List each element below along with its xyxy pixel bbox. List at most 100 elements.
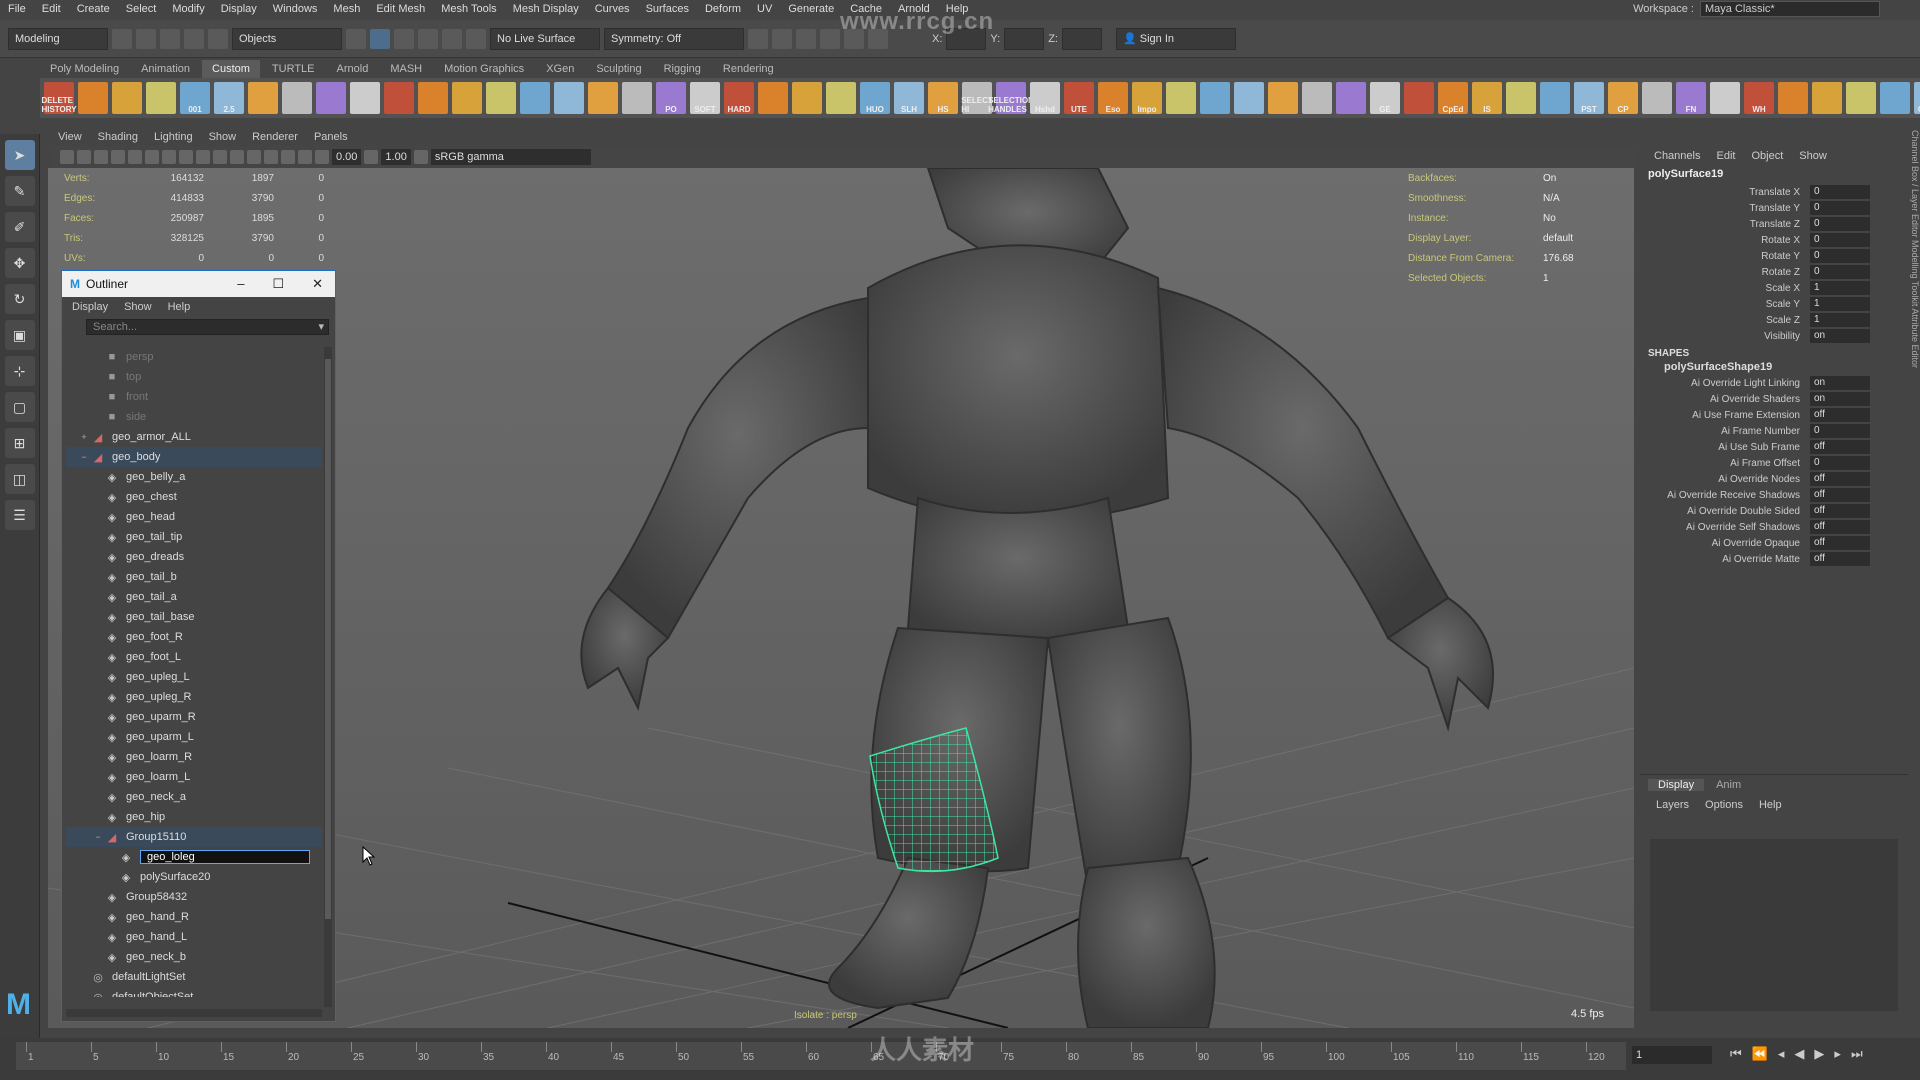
step-back-frame-icon[interactable]: ◂ [1778, 1046, 1785, 1062]
outliner-item[interactable]: ◈ geo_foot_L [66, 647, 322, 667]
symmetry-dropdown[interactable]: Symmetry: Off [604, 27, 744, 50]
outliner-item[interactable]: ◎ defaultLightSet [66, 967, 322, 987]
shelf-button-32[interactable]: Impo [1132, 82, 1162, 114]
outliner-item[interactable]: − ◢ Group15110 [66, 827, 322, 847]
shelf-button-38[interactable] [1336, 82, 1366, 114]
z-coord-field[interactable] [1061, 27, 1102, 50]
go-to-start-icon[interactable]: ⏮ [1730, 1046, 1742, 1062]
shelf-button-49[interactable] [1710, 82, 1740, 114]
menu-uv[interactable]: UV [749, 0, 780, 18]
lights-icon[interactable] [230, 150, 244, 164]
select-tool-icon[interactable]: ➤ [4, 140, 35, 170]
menu-mesh[interactable]: Mesh [325, 0, 368, 18]
channel-row[interactable]: Visibility on [1640, 328, 1908, 344]
shelf-tab-motion-graphics[interactable]: Motion Graphics [434, 60, 534, 78]
grid-icon[interactable] [128, 150, 142, 164]
outliner-menu-display[interactable]: Display [66, 301, 114, 313]
side-panel-tabs[interactable]: Channel Box / Layer Editor Modelling Too… [1908, 130, 1920, 530]
shelf-button-24[interactable]: HUO [860, 82, 890, 114]
outliner-item[interactable]: ■ side [66, 407, 322, 427]
shelf-button-0[interactable]: DELETE HISTORY [41, 82, 77, 114]
outliner-item[interactable]: ◈ geo_foot_R [66, 627, 322, 647]
shelf-button-54[interactable] [1880, 82, 1910, 114]
new-scene-icon[interactable] [112, 28, 132, 49]
y-coord-field[interactable] [1004, 27, 1045, 50]
outliner-item[interactable]: ◈ geo_loleg [66, 847, 322, 867]
channel-menu-channels[interactable]: Channels [1648, 150, 1706, 162]
shelf-button-5[interactable]: 2.5 [214, 82, 244, 114]
shelf-button-52[interactable] [1812, 82, 1842, 114]
outliner-layout-icon[interactable]: ☰ [4, 500, 35, 530]
camera-icon[interactable] [60, 150, 74, 164]
menu-windows[interactable]: Windows [265, 0, 326, 18]
channel-row[interactable]: Scale Z 1 [1640, 312, 1908, 328]
channel-value[interactable]: 1 [1810, 297, 1870, 311]
outliner-item[interactable]: ◈ geo_upleg_R [66, 687, 322, 707]
snap-grid-icon[interactable] [394, 28, 414, 49]
shelf-button-51[interactable] [1778, 82, 1808, 114]
expand-toggle-icon[interactable]: + [78, 432, 90, 442]
paint-select-icon[interactable]: ✐ [4, 212, 35, 242]
shelf-button-7[interactable] [282, 82, 312, 114]
shape-attr-row[interactable]: Ai Override Light Linking on [1640, 375, 1908, 391]
bookmark-icon[interactable] [94, 150, 108, 164]
outliner-item[interactable]: ◈ geo_belly_a [66, 467, 322, 487]
attr-value[interactable]: off [1810, 520, 1870, 534]
shelf-button-43[interactable] [1506, 82, 1536, 114]
shape-attr-row[interactable]: Ai Override Nodes off [1640, 471, 1908, 487]
channel-value[interactable]: 0 [1810, 185, 1870, 199]
attr-value[interactable]: on [1810, 392, 1870, 406]
outliner-item[interactable]: ◈ geo_uparm_R [66, 707, 322, 727]
layer-tab-display[interactable]: Display [1648, 779, 1705, 791]
open-scene-icon[interactable] [136, 28, 156, 49]
outliner-item[interactable]: ◈ geo_neck_a [66, 787, 322, 807]
shape-attr-row[interactable]: Ai Override Matte off [1640, 551, 1908, 567]
channel-row[interactable]: Translate X 0 [1640, 184, 1908, 200]
image-plane-icon[interactable] [111, 150, 125, 164]
attr-value[interactable]: off [1810, 536, 1870, 550]
gamma-field[interactable]: 1.00 [381, 149, 411, 165]
ambient-occlusion-icon[interactable] [264, 150, 278, 164]
film-gate-icon[interactable] [145, 150, 159, 164]
outliner-item[interactable]: ◈ geo_dreads [66, 547, 322, 567]
layer-menu-help[interactable]: Help [1751, 799, 1790, 811]
shape-attr-row[interactable]: Ai Use Sub Frame off [1640, 439, 1908, 455]
channel-row[interactable]: Translate Z 0 [1640, 216, 1908, 232]
shelf-button-11[interactable] [418, 82, 448, 114]
viewport-menu-shading[interactable]: Shading [90, 131, 146, 143]
shelf-tab-rendering[interactable]: Rendering [713, 60, 784, 78]
attr-value[interactable]: off [1810, 488, 1870, 502]
layer-list[interactable] [1650, 839, 1898, 1011]
channel-row[interactable]: Scale X 1 [1640, 280, 1908, 296]
shelf-button-44[interactable] [1540, 82, 1570, 114]
attr-value[interactable]: 0 [1810, 424, 1870, 438]
ipr-render-icon[interactable] [796, 28, 816, 49]
shelf-button-17[interactable] [622, 82, 652, 114]
menu-set-dropdown[interactable]: Modeling [8, 27, 108, 50]
attr-value[interactable]: off [1810, 472, 1870, 486]
shape-attr-row[interactable]: Ai Override Self Shadows off [1640, 519, 1908, 535]
shelf-button-29[interactable]: Hshd [1030, 82, 1060, 114]
outliner-menu-help[interactable]: Help [162, 301, 197, 313]
menu-mesh-tools[interactable]: Mesh Tools [433, 0, 504, 18]
shape-attr-row[interactable]: Ai Override Receive Shadows off [1640, 487, 1908, 503]
menu-edit-mesh[interactable]: Edit Mesh [368, 0, 433, 18]
shape-attr-row[interactable]: Ai Override Double Sided off [1640, 503, 1908, 519]
render-frame-icon[interactable] [772, 28, 792, 49]
shape-attr-row[interactable]: Ai Frame Number 0 [1640, 423, 1908, 439]
resolution-gate-icon[interactable] [162, 150, 176, 164]
select-by-object-icon[interactable] [370, 28, 390, 49]
outliner-search-input[interactable]: Search... ▾ [86, 319, 329, 335]
menu-modify[interactable]: Modify [164, 0, 212, 18]
menu-display[interactable]: Display [213, 0, 265, 18]
shelf-button-4[interactable]: 001 [180, 82, 210, 114]
outliner-item[interactable]: ◈ geo_chest [66, 487, 322, 507]
shelf-button-25[interactable]: SLH [894, 82, 924, 114]
color-management-icon[interactable] [413, 150, 428, 164]
shelf-tab-poly-modeling[interactable]: Poly Modeling [40, 60, 129, 78]
selection-mode-dropdown[interactable]: Objects [232, 27, 342, 50]
outliner-item[interactable]: ◈ geo_uparm_L [66, 727, 322, 747]
shelf-button-10[interactable] [384, 82, 414, 114]
attr-value[interactable]: off [1810, 552, 1870, 566]
menu-generate[interactable]: Generate [780, 0, 842, 18]
